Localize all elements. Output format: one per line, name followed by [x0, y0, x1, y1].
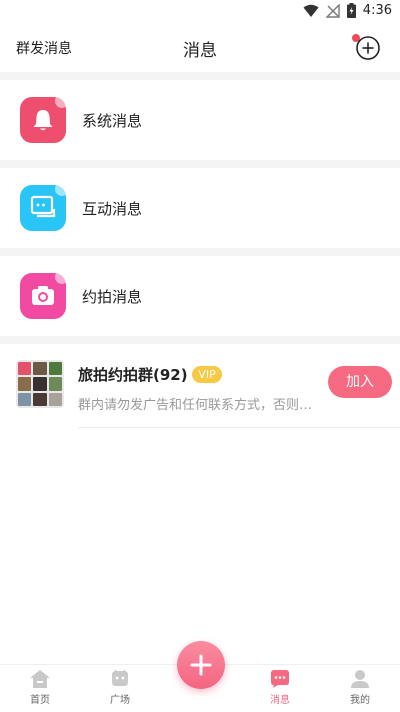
photoshoot-messages-row[interactable]: 约拍消息 — [0, 256, 400, 336]
bottom-nav: 首页 广场 消息 我的 — [0, 641, 400, 712]
status-bar: 4:36 — [0, 0, 400, 24]
photoshoot-messages-label: 约拍消息 — [82, 287, 143, 306]
row-divider — [78, 427, 400, 428]
bell-icon — [20, 97, 66, 143]
nav-label-profile: 我的 — [350, 695, 370, 706]
nav-item-profile[interactable]: 我的 — [340, 669, 380, 706]
nav-label-home: 首页 — [30, 695, 50, 706]
header-bar: 群发消息 消息 — [0, 24, 400, 72]
create-fab[interactable] — [177, 641, 225, 689]
nav-item-square[interactable]: 广场 — [100, 669, 140, 706]
system-messages-row[interactable]: 系统消息 — [0, 80, 400, 160]
nav-label-messages: 消息 — [270, 695, 290, 706]
status-time: 4:36 — [362, 3, 392, 18]
status-icons: 4:36 — [303, 3, 392, 18]
group-chat-row[interactable]: 旅拍约拍群(92) VIP 群内请勿发广告和任何联系方式，否则将被踢出群聊 加入 — [0, 344, 400, 428]
group-title: 旅拍约拍群(92) — [78, 366, 188, 384]
home-icon — [30, 670, 50, 688]
chat-icon — [20, 185, 66, 231]
section-divider — [0, 72, 400, 80]
add-circle-icon[interactable] — [356, 36, 380, 60]
section-divider — [0, 160, 400, 168]
group-description: 群内请勿发广告和任何联系方式，否则将被踢出群聊 — [78, 398, 324, 413]
section-divider — [0, 336, 400, 344]
profile-icon — [351, 670, 369, 688]
plus-icon — [190, 654, 212, 676]
nav-item-home[interactable]: 首页 — [20, 669, 60, 706]
nav-item-messages[interactable]: 消息 — [260, 669, 300, 706]
join-button[interactable]: 加入 — [328, 366, 392, 398]
system-messages-label: 系统消息 — [82, 111, 143, 130]
camera-icon — [20, 273, 66, 319]
battery-icon — [346, 3, 356, 18]
section-divider — [0, 248, 400, 256]
message-icon — [271, 670, 289, 688]
vip-badge: VIP — [192, 366, 222, 383]
nav-label-square: 广场 — [110, 695, 130, 706]
wifi-icon — [303, 4, 319, 17]
interaction-messages-row[interactable]: 互动消息 — [0, 168, 400, 248]
group-avatar — [16, 360, 64, 408]
page-title: 消息 — [183, 41, 217, 61]
no-signal-icon — [325, 3, 340, 18]
interaction-messages-label: 互动消息 — [82, 199, 143, 218]
square-icon — [112, 669, 128, 686]
